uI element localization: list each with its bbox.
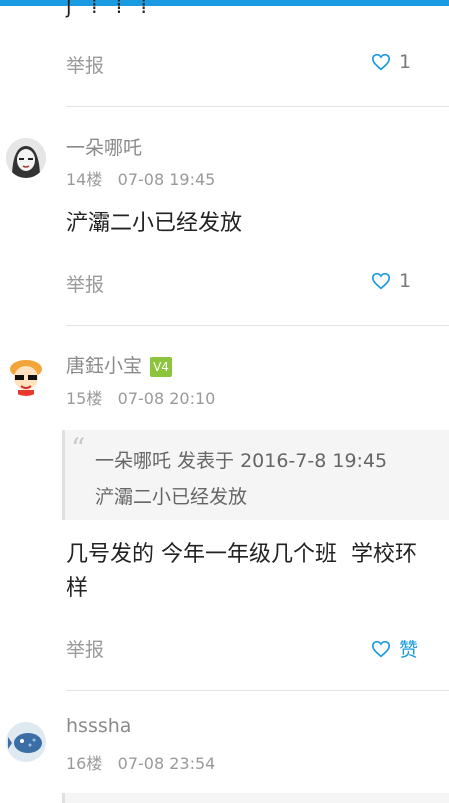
avatar[interactable] xyxy=(6,356,46,396)
quote-block-partial xyxy=(62,793,449,803)
avatar[interactable] xyxy=(6,722,46,762)
divider xyxy=(66,690,449,691)
post-content: 浐灞二小已经发放 xyxy=(66,211,243,236)
post-meta: 14楼 07-08 19:45 xyxy=(66,166,215,190)
divider xyxy=(66,325,449,326)
heart-icon xyxy=(371,640,391,657)
like-button[interactable]: 赞 xyxy=(371,635,418,662)
quote-text: 浐灞二小已经发放 xyxy=(95,486,248,508)
avatar-girl-icon xyxy=(6,138,46,178)
like-count: 1 xyxy=(399,270,412,292)
avatar-cartoon-boy-icon xyxy=(6,356,46,396)
post-content-line-2: 样 xyxy=(66,576,89,601)
post-meta: 16楼 07-08 23:54 xyxy=(66,750,215,774)
username[interactable]: 唐鈺小宝 V4 xyxy=(66,351,173,378)
heart-icon xyxy=(371,53,391,71)
report-button[interactable]: 举报 xyxy=(66,635,104,662)
post-content-line-1: 几号发的 今年一年级几个班 学校环 xyxy=(66,542,417,567)
username-text: 唐鈺小宝 xyxy=(66,355,143,377)
post-time: 07-08 19:45 xyxy=(117,170,216,189)
post-meta: 15楼 07-08 20:10 xyxy=(66,385,215,409)
like-label: 赞 xyxy=(399,639,419,661)
avatar-fish-icon xyxy=(6,722,46,762)
like-count: 1 xyxy=(399,51,412,73)
post-time: 07-08 23:54 xyxy=(117,754,216,773)
partial-content-text: ʃ ⁞ ⁞ ⁞ xyxy=(66,0,153,18)
like-button[interactable]: 1 xyxy=(371,270,411,292)
floor-number: 14楼 xyxy=(66,170,103,189)
floor-number: 16楼 xyxy=(66,754,103,773)
avatar[interactable] xyxy=(6,138,46,178)
report-button[interactable]: 举报 xyxy=(66,270,104,297)
report-button[interactable]: 举报 xyxy=(66,51,104,78)
like-button[interactable]: 1 xyxy=(371,51,411,73)
heart-icon xyxy=(371,272,391,290)
username[interactable]: 一朵哪吒 xyxy=(66,133,142,160)
level-badge: V4 xyxy=(150,356,173,377)
floor-number: 15楼 xyxy=(66,389,103,408)
quote-mark-icon: “ xyxy=(71,432,86,465)
divider xyxy=(66,106,449,107)
post-time: 07-08 20:10 xyxy=(117,389,216,408)
username[interactable]: hsssha xyxy=(66,715,131,737)
quote-block: “ 一朵哪吒 发表于 2016-7-8 19:45 浐灞二小已经发放 xyxy=(62,430,449,520)
quote-header: 一朵哪吒 发表于 2016-7-8 19:45 xyxy=(95,450,388,472)
